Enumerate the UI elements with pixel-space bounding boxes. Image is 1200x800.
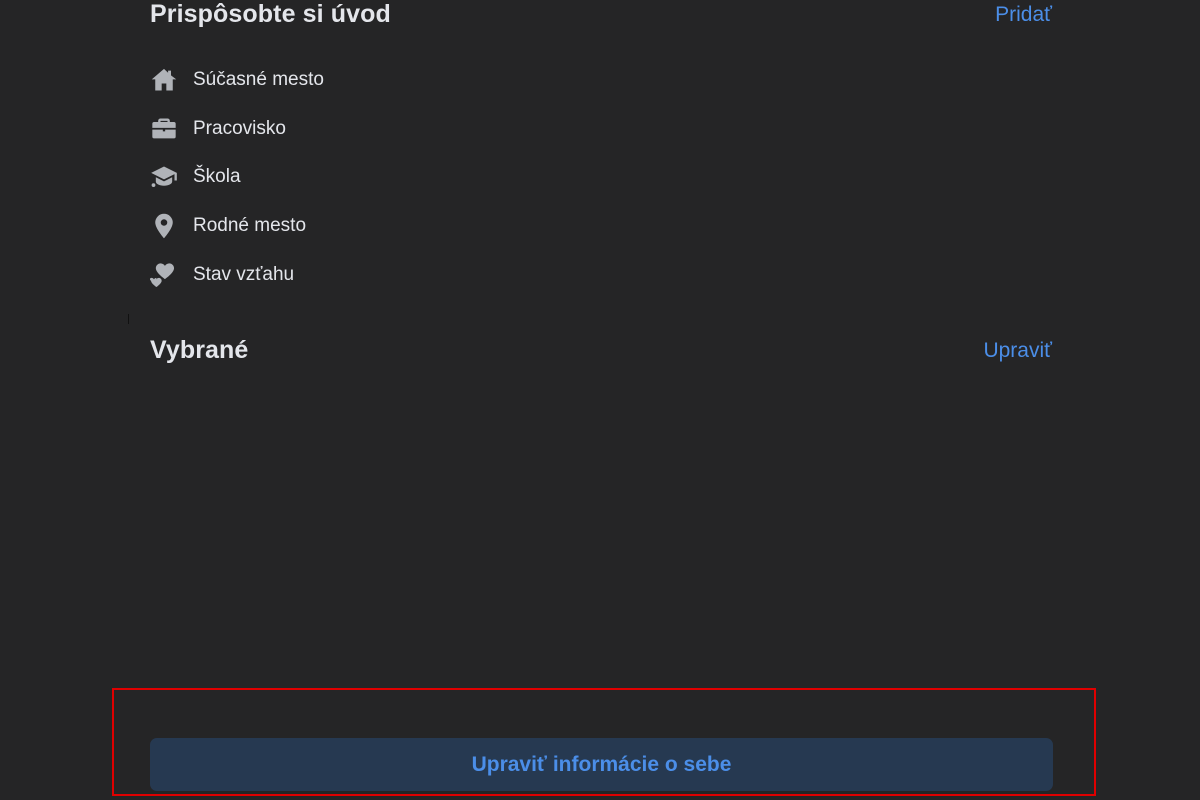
edge-divider [128,314,129,324]
featured-section-header: Vybrané Upraviť [150,336,1052,365]
intro-item-school[interactable]: Škola [150,153,324,202]
graduation-cap-icon [150,163,178,191]
intro-item-current-city[interactable]: Súčasné mesto [150,56,324,105]
edit-featured-link[interactable]: Upraviť [983,339,1052,363]
featured-title: Vybrané [150,336,249,364]
intro-section-header: Prispôsobte si úvod Pridať [150,0,1052,29]
intro-item-label: Škola [193,166,241,188]
edit-details-button[interactable]: Upraviť informácie o sebe [150,738,1053,791]
intro-item-label: Rodné mesto [193,215,307,237]
intro-item-label: Stav vzťahu [193,263,295,285]
location-pin-icon [150,212,178,240]
intro-item-relationship[interactable]: Stav vzťahu [150,250,324,299]
profile-intro-panel: Prispôsobte si úvod Pridať Súčasné mesto… [0,0,1200,800]
intro-title: Prispôsobte si úvod [150,0,391,28]
add-intro-link[interactable]: Pridať [995,3,1052,27]
intro-item-hometown[interactable]: Rodné mesto [150,202,324,251]
home-icon [150,66,178,94]
intro-item-label: Pracovisko [193,117,286,139]
briefcase-icon [150,115,178,143]
hearts-icon [150,261,178,289]
intro-items-list: Súčasné mesto Pracovisko Škola Rodné mes… [150,56,324,299]
intro-item-label: Súčasné mesto [193,69,324,91]
intro-item-workplace[interactable]: Pracovisko [150,105,324,154]
